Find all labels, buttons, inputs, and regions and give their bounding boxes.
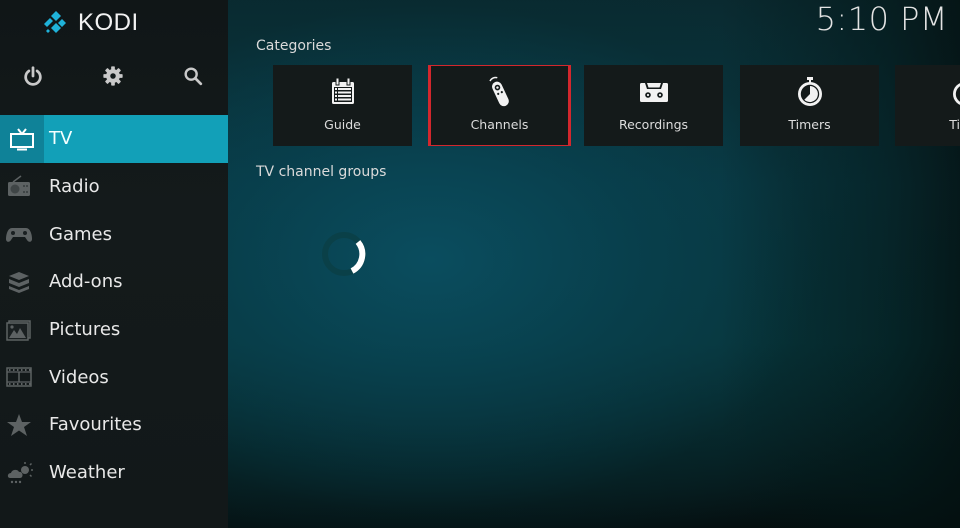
- sidebar-item-label: Games: [49, 223, 112, 245]
- kodi-logo-icon: [44, 11, 66, 33]
- category-tile-timer-rules[interactable]: Time: [895, 65, 960, 146]
- search-icon: [184, 67, 203, 86]
- settings-button[interactable]: [99, 62, 127, 90]
- weather-icon: [0, 449, 38, 497]
- sidebar-item-label: Favourites: [49, 414, 142, 436]
- stopwatch-icon: [793, 75, 827, 109]
- timer-rules-icon: [948, 75, 960, 109]
- search-button[interactable]: [179, 62, 207, 90]
- category-tile-recordings[interactable]: Recordings: [584, 65, 723, 146]
- category-label: Recordings: [618, 117, 689, 132]
- gamepad-icon: [0, 210, 38, 258]
- sidebar-item-label: TV: [49, 128, 73, 150]
- kodi-logo: KODI: [42, 9, 139, 37]
- sidebar-item-label: Videos: [49, 366, 109, 388]
- sidebar: KODI TV Radio Games Add-ons Pictures Vid…: [0, 0, 228, 528]
- category-label: Time: [949, 117, 960, 132]
- cassette-icon: [637, 75, 671, 109]
- loading-spinner-icon: [322, 232, 366, 276]
- sidebar-item-label: Add-ons: [49, 271, 123, 293]
- sidebar-item-add-ons[interactable]: Add-ons: [0, 258, 228, 306]
- channel-groups-heading: TV channel groups: [256, 164, 387, 180]
- sidebar-item-label: Weather: [49, 462, 125, 484]
- picture-icon: [0, 306, 38, 354]
- box-icon: [0, 258, 38, 306]
- category-label: Guide: [324, 117, 361, 132]
- gear-icon: [103, 66, 123, 86]
- main-menu: TV Radio Games Add-ons Pictures Videos F…: [0, 115, 228, 497]
- category-tile-guide[interactable]: Guide: [273, 65, 412, 146]
- sidebar-item-weather[interactable]: Weather: [0, 449, 228, 497]
- category-label: Timers: [788, 117, 831, 132]
- star-icon: [0, 401, 38, 449]
- top-actions: [0, 62, 228, 90]
- sidebar-item-radio[interactable]: Radio: [0, 163, 228, 211]
- power-button[interactable]: [19, 62, 47, 90]
- sidebar-item-games[interactable]: Games: [0, 210, 228, 258]
- sidebar-item-videos[interactable]: Videos: [0, 353, 228, 401]
- remote-icon: [483, 75, 517, 109]
- radio-icon: [0, 163, 38, 211]
- category-tile-timers[interactable]: Timers: [740, 65, 879, 146]
- category-label: Channels: [470, 117, 529, 132]
- film-icon: [0, 353, 38, 401]
- calendar-guide-icon: [326, 75, 360, 109]
- app-name: KODI: [78, 9, 139, 36]
- categories-heading: Categories: [256, 38, 332, 54]
- sidebar-item-label: Pictures: [49, 319, 121, 341]
- power-icon: [24, 66, 42, 86]
- categories-list: Guide Channels Recordings Timers Ti: [273, 65, 960, 146]
- sidebar-item-tv[interactable]: TV: [0, 115, 228, 163]
- sidebar-item-label: Radio: [49, 176, 100, 198]
- sidebar-item-favourites[interactable]: Favourites: [0, 401, 228, 449]
- category-tile-channels[interactable]: Channels: [428, 65, 571, 146]
- sidebar-item-pictures[interactable]: Pictures: [0, 306, 228, 354]
- clock: 5:10 PM: [815, 0, 948, 38]
- tv-icon: [0, 115, 44, 163]
